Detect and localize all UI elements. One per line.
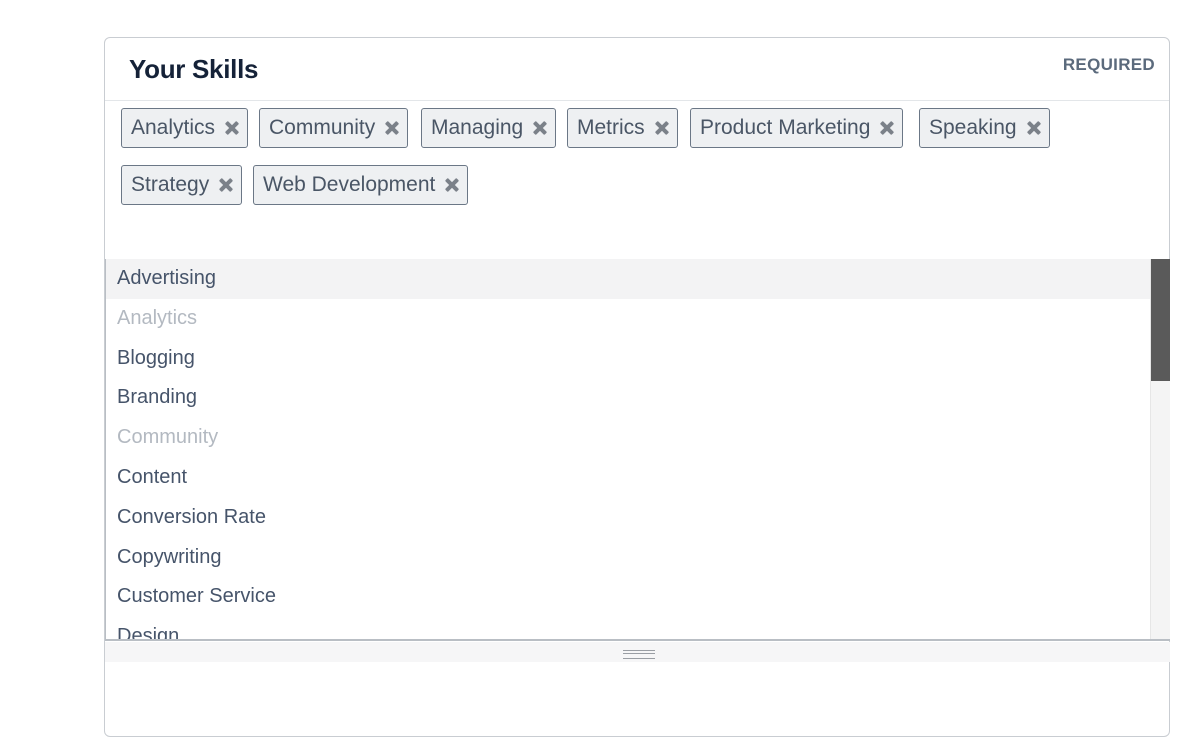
skill-tag[interactable]: Speaking xyxy=(919,108,1050,148)
skills-dropdown[interactable]: Advertising Analytics Blogging Branding … xyxy=(105,259,1170,641)
skill-tag[interactable]: Metrics xyxy=(567,108,678,148)
dropdown-option[interactable]: Conversion Rate xyxy=(106,498,1152,538)
skill-tag[interactable]: Managing xyxy=(421,108,557,148)
skill-tag[interactable]: Product Marketing xyxy=(690,108,904,148)
dropdown-option[interactable]: Customer Service xyxy=(106,577,1152,617)
dropdown-option[interactable]: Content xyxy=(106,458,1152,498)
dropdown-option: Analytics xyxy=(117,306,198,329)
skills-option-list: Advertising Analytics Blogging Branding … xyxy=(106,259,1152,639)
resize-bar[interactable] xyxy=(105,642,1170,662)
skill-tag-label: Speaking xyxy=(929,116,1017,139)
scrollbar-thumb[interactable] xyxy=(1151,259,1170,381)
dropdown-option[interactable]: Copywriting xyxy=(106,538,1152,578)
skill-tag[interactable]: Web Development xyxy=(253,165,469,205)
close-icon[interactable] xyxy=(385,121,399,135)
required-label: REQUIRED xyxy=(1062,55,1155,74)
skill-tag-label: Metrics xyxy=(577,116,645,139)
skill-tag-label: Web Development xyxy=(263,173,436,196)
skill-tag-label: Product Marketing xyxy=(700,116,871,139)
skill-tag-label: Managing xyxy=(431,116,524,139)
close-icon[interactable] xyxy=(445,178,459,192)
close-icon[interactable] xyxy=(219,178,233,192)
dropdown-option: Community xyxy=(117,426,219,449)
close-icon[interactable] xyxy=(655,121,669,135)
skill-tag[interactable]: Strategy xyxy=(121,165,243,205)
skill-tag[interactable]: Analytics xyxy=(121,108,249,148)
skill-tag-label: Strategy xyxy=(131,173,210,196)
page-title: Your Skills xyxy=(129,54,259,84)
dropdown-option[interactable]: Blogging xyxy=(106,339,1152,379)
skill-tag-label: Community xyxy=(269,116,376,139)
dropdown-scrollbar[interactable] xyxy=(1150,259,1170,639)
close-icon[interactable] xyxy=(225,121,239,135)
dropdown-option[interactable]: Advertising xyxy=(106,259,1152,299)
card-header: Your Skills REQUIRED xyxy=(105,38,1169,101)
resize-grip-icon[interactable] xyxy=(623,650,655,659)
close-icon[interactable] xyxy=(880,121,894,135)
dropdown-option[interactable]: Design xyxy=(106,617,1152,639)
skill-tag[interactable]: Community xyxy=(259,108,409,148)
dropdown-option[interactable]: Branding xyxy=(106,378,1152,418)
skill-tag-label: Analytics xyxy=(131,116,216,139)
close-icon[interactable] xyxy=(1027,121,1041,135)
close-icon[interactable] xyxy=(533,121,547,135)
